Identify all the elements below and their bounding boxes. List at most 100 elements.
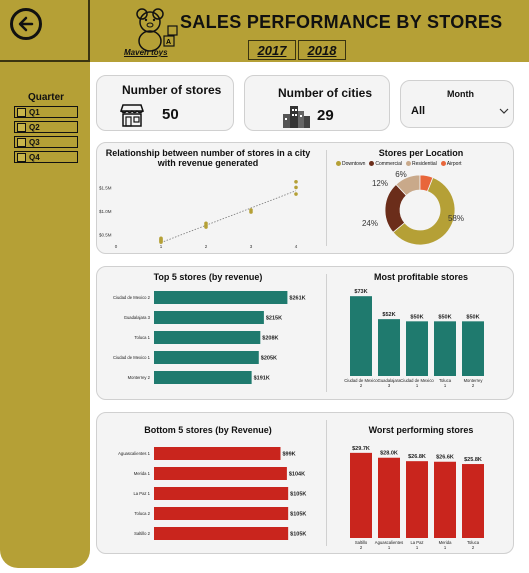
scatter-point: [294, 185, 298, 190]
donut-chart: 58% 24% 12% 6%: [362, 170, 464, 246]
checkbox[interactable]: [17, 107, 26, 117]
bar: [462, 464, 484, 538]
y-tick-label: $1.0M: [99, 209, 112, 214]
bar: [154, 447, 281, 460]
logo-text: Maven toys: [124, 48, 168, 57]
bar: [406, 461, 428, 538]
svg-text:A: A: [166, 39, 171, 46]
quarter-slicer: Quarter Q1 Q2 Q3 Q4: [14, 92, 78, 166]
category-label: Saltillo 2: [355, 540, 368, 550]
row3-divider: [326, 420, 327, 546]
cities-kpi-value: 29: [317, 107, 334, 124]
back-button[interactable]: [10, 8, 42, 40]
bar: [154, 507, 289, 520]
cities-kpi-label: Number of cities: [278, 86, 373, 100]
bar-value-label: $261K: [289, 296, 305, 302]
month-slicer-card[interactable]: Month All: [400, 80, 514, 128]
category-label: Toluca 1: [134, 335, 150, 340]
profitable-bar-chart: $73K Ciudad de Mexico 2 $52K Guadalajara 3 $50…: [344, 289, 484, 388]
legend-swatch: [406, 161, 412, 167]
scatter-chart-title: Relationship between number of stores in…: [105, 148, 311, 168]
sidebar-top: [0, 0, 90, 62]
category-label: La Paz 1: [410, 540, 423, 550]
quarter-label: Q2: [29, 122, 40, 132]
cities-kpi-card: Number of cities 29: [244, 75, 390, 131]
legend-label: Downtown: [342, 161, 366, 167]
stores-kpi-card: Number of stores 50: [96, 75, 234, 131]
checkbox[interactable]: [17, 122, 26, 132]
category-label: Toluca 2: [134, 511, 150, 516]
category-label: Monterrey 2: [128, 375, 151, 380]
checkbox[interactable]: [17, 137, 26, 147]
donut-value-label: 58%: [448, 214, 464, 223]
category-label: La Paz 1: [133, 491, 150, 496]
stores-kpi-label: Number of stores: [122, 83, 222, 97]
legend-item-residential: Residential: [406, 161, 437, 167]
quarter-option-q4[interactable]: Q4: [14, 151, 78, 163]
donut-value-label: 6%: [395, 170, 407, 179]
quarter-label: Q3: [29, 137, 40, 147]
category-label: Saltillo 2: [134, 531, 150, 536]
bar-value-label: $52K: [382, 312, 395, 318]
bar-value-label: $50K: [466, 314, 479, 320]
month-dropdown-value[interactable]: All: [411, 105, 425, 117]
city-buildings-icon: [283, 106, 310, 128]
bar: [154, 527, 289, 540]
bar-value-label: $29.7K: [352, 446, 370, 452]
year-button-2017[interactable]: 2017: [248, 40, 296, 60]
bar-value-label: $215K: [266, 316, 282, 322]
donut-value-label: 24%: [362, 219, 378, 228]
legend-item-airport: Airport: [440, 161, 462, 167]
quarter-option-q3[interactable]: Q3: [14, 136, 78, 148]
bar: [154, 371, 252, 384]
legend-item-downtown: Downtown: [336, 161, 365, 167]
donut-value-label: 12%: [372, 179, 388, 188]
bar-value-label: $105K: [290, 532, 306, 538]
bar-value-label: $50K: [438, 314, 451, 320]
category-label: Guadalajara 3: [378, 378, 401, 388]
legend-item-commercial: Commercial: [369, 161, 402, 167]
header: A Maven toys SALES PERFORMANCE BY STORES…: [90, 0, 529, 62]
top5-chart-title: Top 5 stores (by revenue): [153, 272, 263, 282]
arrow-left-icon: [18, 16, 34, 32]
bar-value-label: $105K: [290, 512, 306, 518]
chevron-down-icon[interactable]: [499, 107, 509, 115]
quarter-label: Q1: [29, 107, 40, 117]
bar-value-label: $25.8K: [464, 457, 482, 463]
y-tick-label: $0.5M: [99, 233, 112, 238]
quarter-option-q2[interactable]: Q2: [14, 121, 78, 133]
category-label: Ciudad de Mexico 1: [400, 378, 434, 388]
quarter-slicer-title: Quarter: [27, 92, 65, 103]
bar: [378, 319, 400, 376]
quarter-option-q1[interactable]: Q1: [14, 106, 78, 118]
scatter-point: [159, 236, 163, 241]
category-label: Ciudad de Mexico 1: [113, 355, 151, 360]
store-icon: [119, 104, 145, 127]
bar-value-label: $105K: [290, 492, 306, 498]
x-tick-label: 0: [115, 244, 118, 249]
top5-bar-chart: Ciudad de Mexico 2 $261K Guadalajara 3 $215…: [113, 291, 306, 384]
bar: [350, 296, 372, 376]
worst-chart-title: Worst performing stores: [368, 425, 474, 435]
bar-value-label: $28.0K: [380, 451, 398, 457]
row2-divider: [326, 274, 327, 392]
category-label: Merida 1: [439, 540, 452, 550]
bar: [154, 291, 288, 304]
legend-label: Airport: [446, 161, 462, 167]
bar: [350, 452, 372, 538]
legend-label: Residential: [412, 161, 437, 167]
worst-bar-chart: $29.7K Saltillo 2 $28.0K Aguascalientes 1 $26.…: [350, 446, 484, 550]
year-button-2018[interactable]: 2018: [298, 40, 346, 60]
x-tick-label: 4: [295, 244, 298, 249]
donut-legend: Downtown Commercial Residential Airport: [336, 161, 462, 167]
legend-swatch: [440, 161, 446, 167]
scatter-point: [294, 179, 298, 184]
category-label: Monterrey 2: [464, 378, 484, 388]
scatter-point: [204, 221, 208, 226]
bottom5-bar-chart: Aguascalientes 1 $99K Merida 1 $104K La Paz …: [118, 447, 306, 540]
bar-value-label: $50K: [410, 314, 423, 320]
category-label: Aguascalientes 1: [118, 451, 151, 456]
scatter-point: [249, 208, 253, 212]
category-label: Guadalajara 3: [124, 315, 151, 320]
checkbox[interactable]: [17, 152, 26, 162]
